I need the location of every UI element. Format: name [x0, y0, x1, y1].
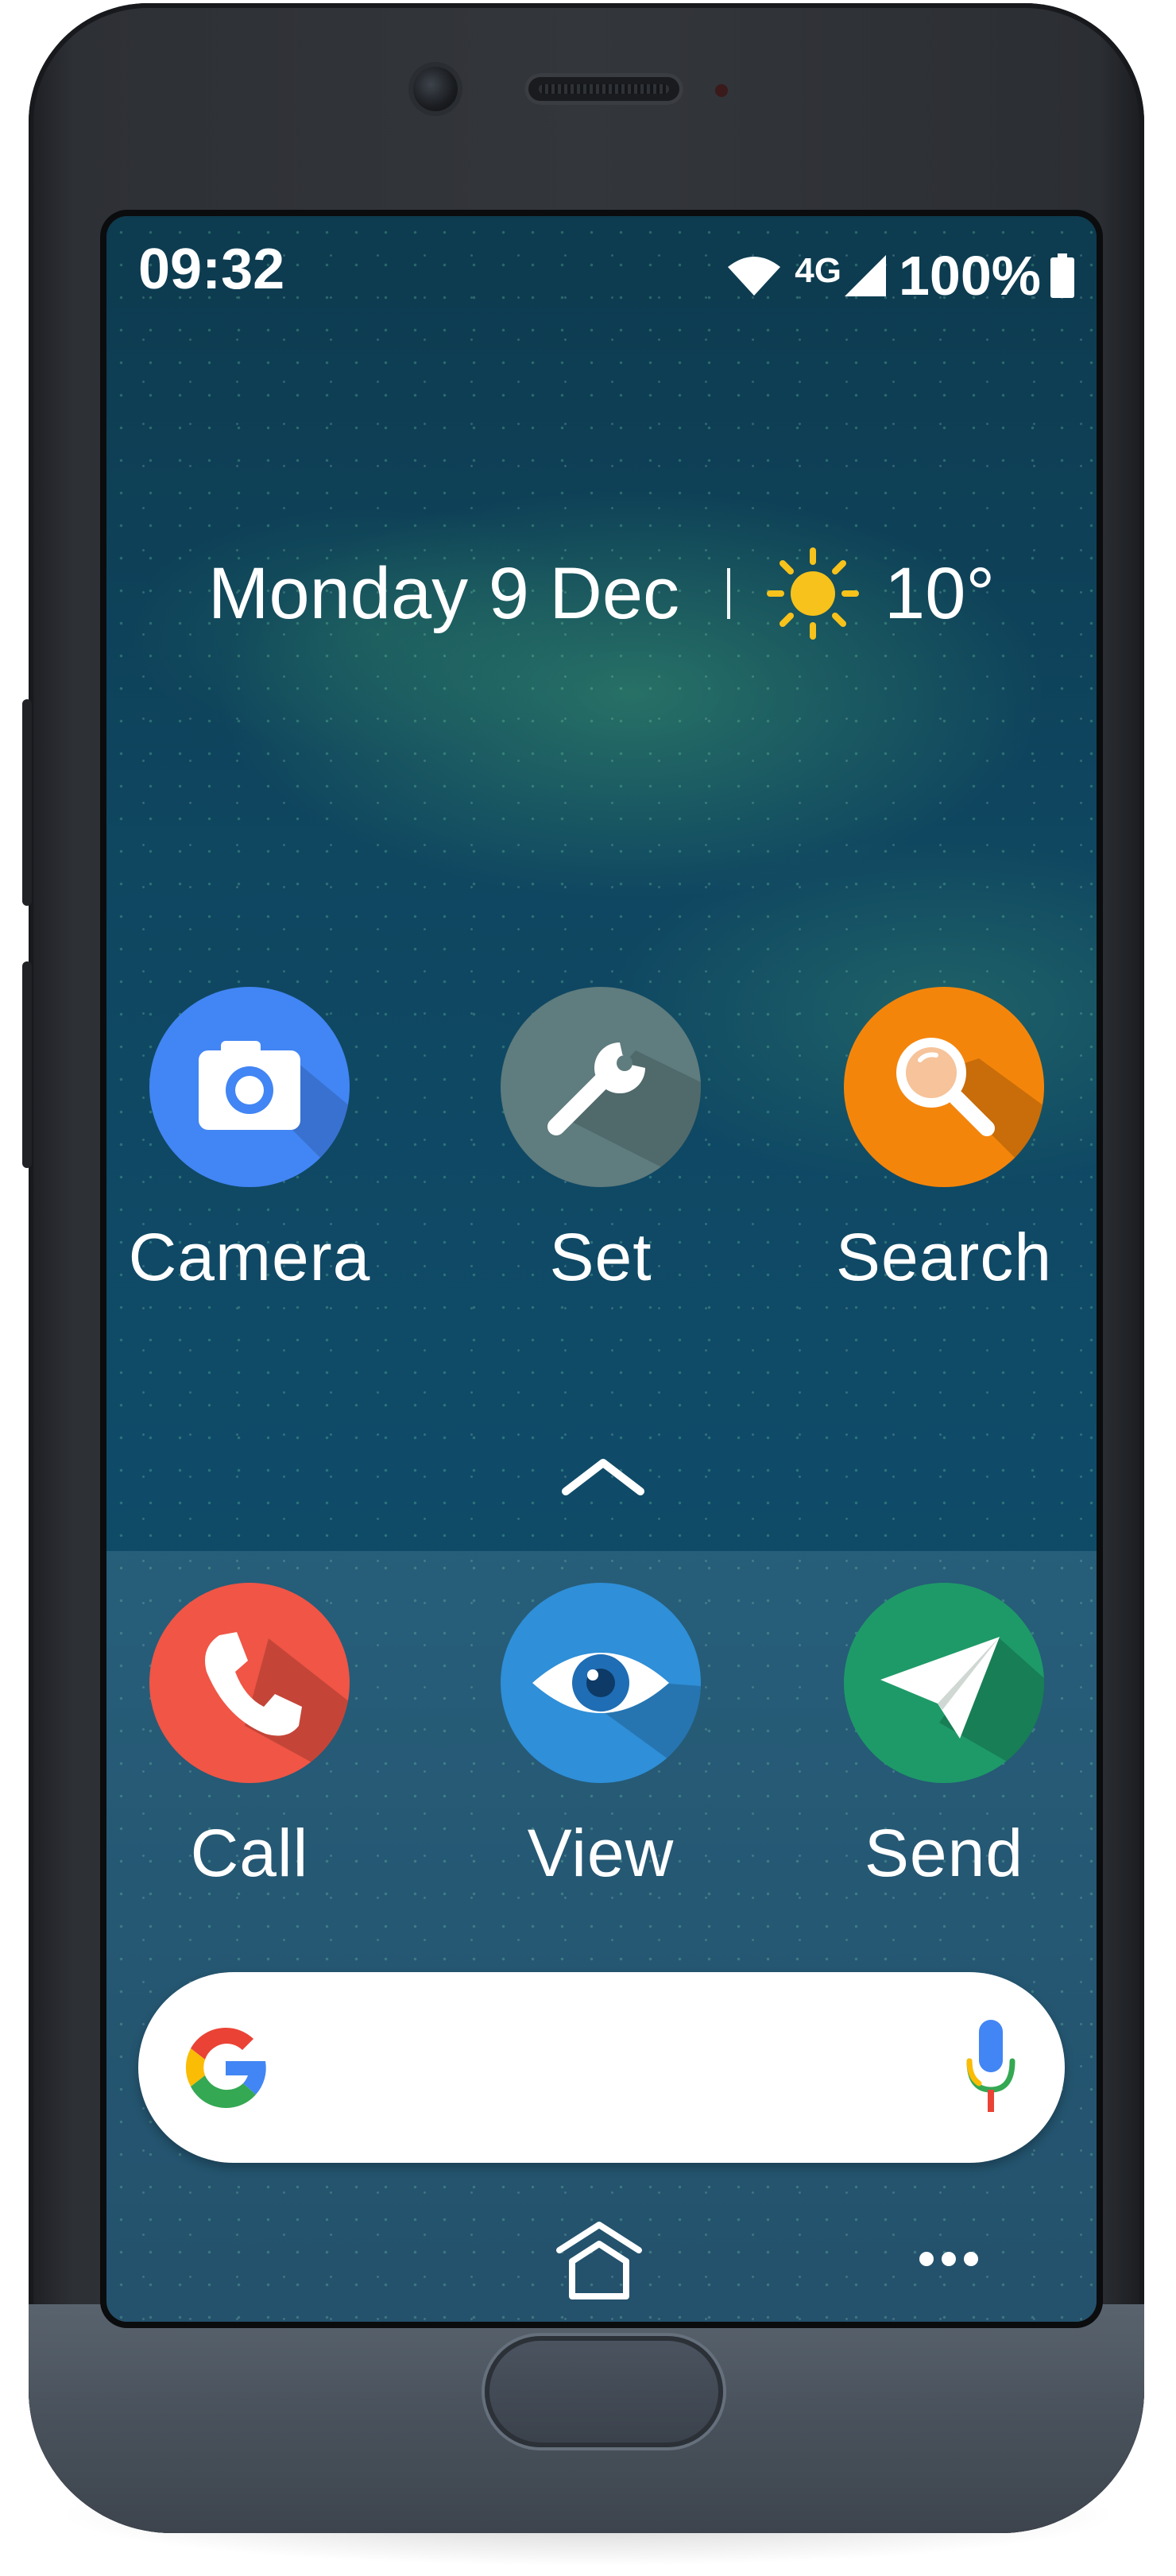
camera-icon — [149, 987, 350, 1187]
app-label: Search — [835, 1220, 1053, 1294]
google-search-bar[interactable] — [138, 1972, 1065, 2163]
app-label: Camera — [128, 1220, 371, 1294]
google-g-icon — [185, 2027, 266, 2109]
clock: 09:32 — [138, 238, 285, 301]
navigation-bar — [106, 2218, 1097, 2306]
magnifier-icon — [844, 987, 1044, 1187]
mic-icon[interactable] — [963, 2017, 1019, 2118]
proximity-sensor — [715, 84, 728, 97]
app-send[interactable]: Send — [793, 1583, 1095, 1892]
app-camera[interactable]: Camera — [106, 987, 400, 1296]
side-key — [22, 961, 32, 1168]
temperature-label: 10° — [884, 552, 996, 634]
home-screen: 09:32 4G 100% Monday 9 Dec 10° Camera Se… — [106, 216, 1097, 2322]
home-icon[interactable] — [551, 2218, 647, 2306]
chevron-up-icon[interactable] — [559, 1452, 647, 1499]
app-label: Send — [864, 1816, 1024, 1890]
hardware-home-key[interactable] — [485, 2336, 723, 2447]
app-label: View — [527, 1816, 675, 1890]
volume-button — [22, 699, 32, 906]
app-view[interactable]: View — [450, 1583, 752, 1892]
status-icons: 4G 100% — [726, 245, 1074, 307]
battery-percent: 100% — [898, 245, 1041, 307]
app-settings[interactable]: Set — [450, 987, 752, 1296]
eye-icon — [501, 1583, 701, 1783]
app-label: Call — [190, 1816, 309, 1890]
app-label: Set — [549, 1220, 652, 1294]
date-label: Monday 9 Dec — [207, 552, 680, 634]
app-search[interactable]: Search — [793, 987, 1095, 1296]
more-icon[interactable] — [917, 2247, 981, 2271]
sun-icon — [767, 547, 860, 640]
wifi-icon — [728, 257, 781, 296]
wrench-icon — [501, 987, 701, 1187]
battery-icon — [1050, 253, 1074, 298]
signal-icon — [844, 255, 886, 296]
front-camera — [413, 67, 458, 111]
status-bar: 09:32 4G 100% — [106, 216, 1097, 311]
date-weather-widget[interactable]: Monday 9 Dec 10° — [106, 546, 1097, 641]
earpiece-speaker — [524, 73, 683, 105]
phone-icon — [149, 1583, 350, 1783]
network-type: 4G — [795, 251, 841, 290]
paper-plane-icon — [844, 1583, 1044, 1783]
divider — [727, 568, 731, 619]
app-call[interactable]: Call — [106, 1583, 400, 1892]
